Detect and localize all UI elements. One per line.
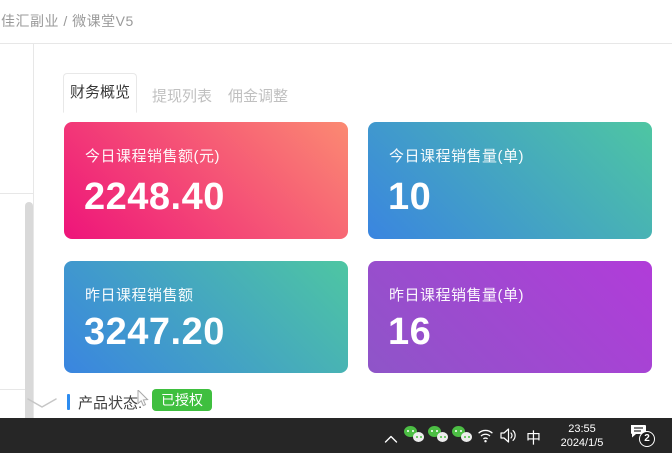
clock-time: 23:55 [546,422,618,436]
stat-card-value: 16 [388,311,431,354]
clock[interactable]: 23:55 2024/1/5 [546,422,618,450]
ime-indicator[interactable]: 中 [526,427,541,448]
wechat-icon[interactable] [404,426,425,445]
wechat-icon[interactable] [452,426,473,445]
scrollbar[interactable] [25,202,33,418]
status-label: 产品状态: [78,392,142,413]
stat-card-today-sales-count: 今日课程销售量(单) 10 [368,122,652,239]
stat-card-today-sales-amount: 今日课程销售额(元) 2248.40 [64,122,348,239]
wechat-icon[interactable] [428,426,449,445]
wechat-bubble-small [437,432,448,442]
breadcrumb[interactable]: 佳汇副业 / 微课堂V5 [1,11,134,31]
stat-card-yesterday-sales-count: 昨日课程销售量(单) 16 [368,261,652,373]
wechat-bubble-small [461,432,472,442]
mouse-cursor [137,390,149,408]
stat-card-label: 昨日课程销售量(单) [389,284,524,305]
volume-icon[interactable] [500,428,519,443]
vertical-divider [33,44,34,418]
tab-withdraw-list[interactable]: 提现列表 [152,85,212,106]
horizontal-divider-bottom [0,389,25,390]
tab-commission-adjust[interactable]: 佣金调整 [228,85,288,106]
stat-card-value: 2248.40 [84,176,225,219]
wechat-bubble-small [413,432,424,442]
wifi-icon[interactable] [477,428,494,443]
status-badge: 已授权 [152,389,212,411]
tab-finance-overview[interactable]: 财务概览 [63,73,137,113]
stat-card-value: 10 [388,176,431,219]
chevron-up-icon[interactable] [384,431,398,440]
notification-badge: 2 [639,431,655,447]
breadcrumb-bar: 佳汇副业 / 微课堂V5 [0,0,672,44]
status-accent-bar [67,394,70,410]
stat-card-label: 今日课程销售量(单) [389,145,524,166]
clock-date: 2024/1/5 [546,436,618,450]
horizontal-divider-top [0,193,33,194]
stat-card-value: 3247.20 [84,311,225,354]
stat-card-yesterday-sales-amount: 昨日课程销售额 3247.20 [64,261,348,373]
chevron-down-icon[interactable] [26,396,58,410]
stat-card-label: 今日课程销售额(元) [85,145,220,166]
taskbar: 中 23:55 2024/1/5 2 [0,418,672,453]
stat-card-label: 昨日课程销售额 [85,284,194,305]
